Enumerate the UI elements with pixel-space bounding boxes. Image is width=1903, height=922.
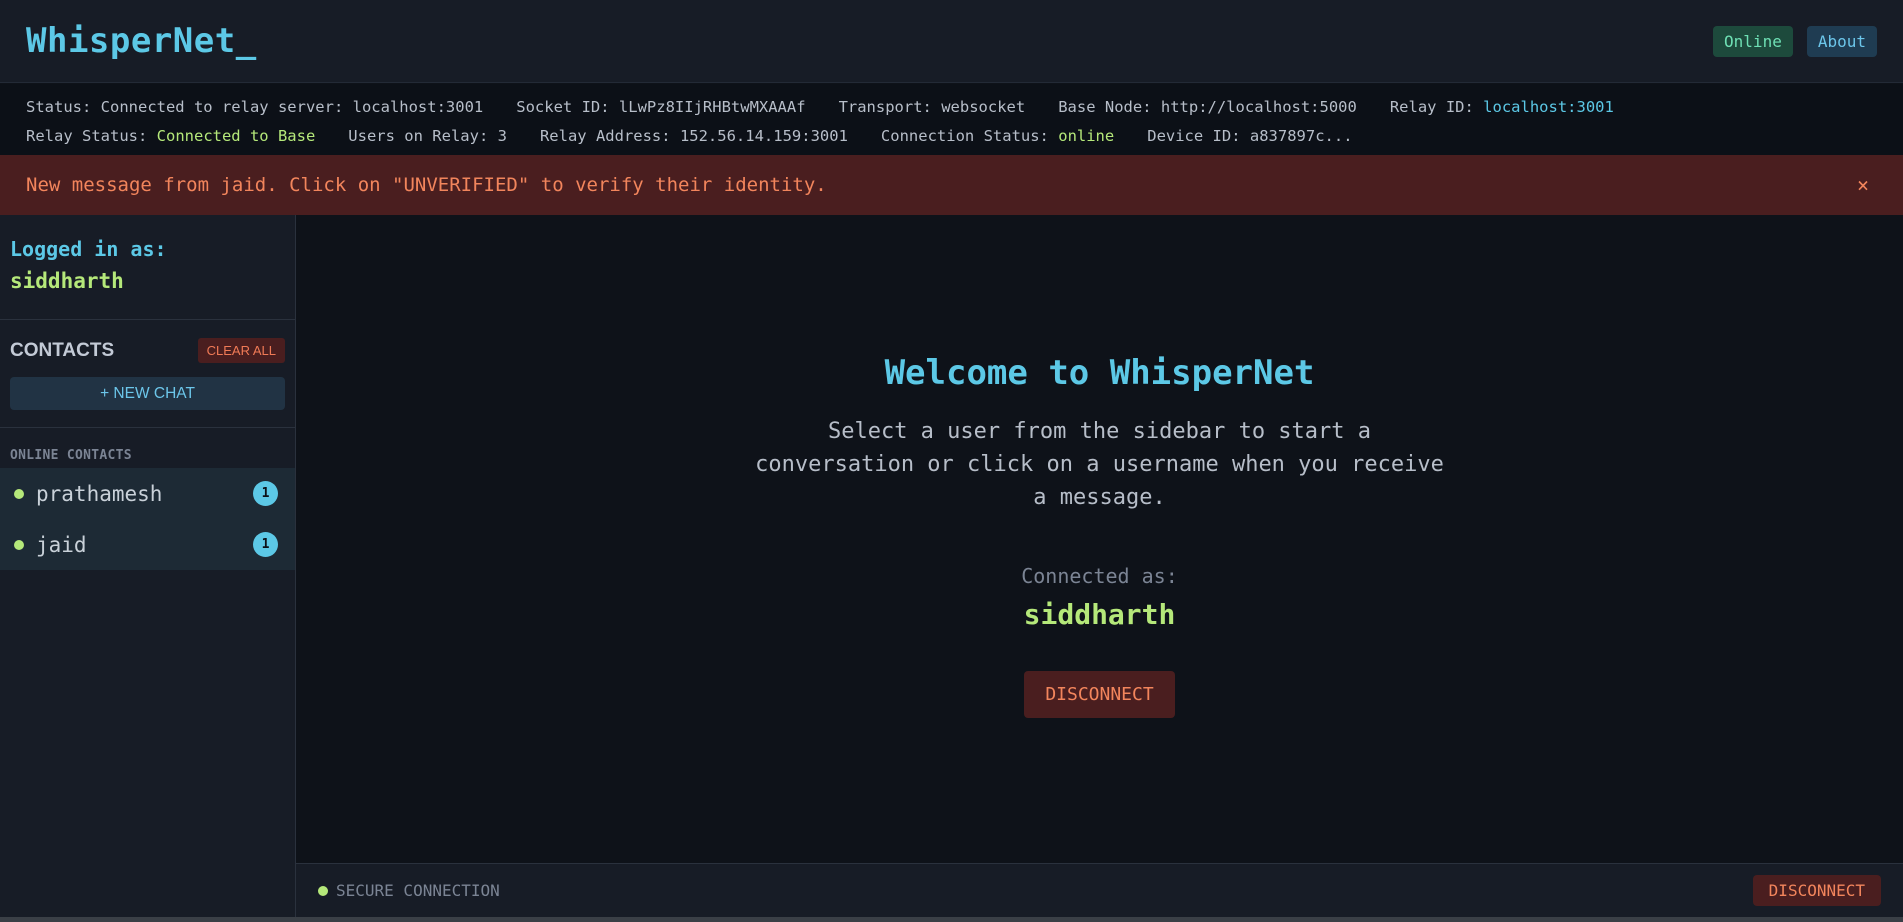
footer-bar: SECURE CONNECTION DISCONNECT xyxy=(296,863,1903,917)
online-dot-icon xyxy=(14,488,24,499)
secure-connection-label: SECURE CONNECTION xyxy=(336,881,500,900)
status-field: Base Node: http://localhost:5000 xyxy=(1058,98,1357,116)
status-field-label: Status: xyxy=(26,97,101,116)
unread-badge: 1 xyxy=(253,481,278,506)
status-field: Socket ID: lLwPz8IIjRHBtwMXAAAf xyxy=(516,98,805,116)
logged-in-label: Logged in as: xyxy=(10,237,167,261)
contact-list: prathamesh 1 jaid 1 xyxy=(0,468,295,570)
online-dot-icon xyxy=(14,539,24,550)
status-field: Relay ID: localhost:3001 xyxy=(1390,98,1614,116)
secure-dot-icon xyxy=(318,885,328,896)
connected-as-label: Connected as: xyxy=(1021,564,1178,588)
status-field: Transport: websocket xyxy=(839,98,1026,116)
clear-all-button[interactable]: CLEAR ALL xyxy=(197,338,285,363)
status-field-label: Connection Status: xyxy=(880,126,1059,145)
status-field: Relay Address: 152.56.14.159:3001 xyxy=(540,127,848,145)
status-field-label: Relay Address: xyxy=(539,126,680,145)
online-contacts-label: ONLINE CONTACTS xyxy=(10,448,132,463)
header-actions: Online About xyxy=(1713,25,1877,57)
secure-connection-indicator: SECURE CONNECTION xyxy=(318,881,500,900)
new-chat-button[interactable]: + NEW CHAT xyxy=(10,377,285,410)
status-row-1: Status: Connected to relay server: local… xyxy=(26,92,1877,121)
status-field: Status: Connected to relay server: local… xyxy=(26,98,483,116)
welcome-text: Select a user from the sidebar to start … xyxy=(755,419,1444,510)
welcome-panel: Welcome to WhisperNet Select a user from… xyxy=(296,215,1903,863)
contacts-header: CONTACTS CLEAR ALL + NEW CHAT xyxy=(0,320,295,428)
connected-username: siddharth xyxy=(1023,598,1176,631)
app-logo: WhisperNet_ xyxy=(26,21,257,61)
close-icon[interactable]: × xyxy=(1857,173,1877,197)
alert-message: New message from jaid. Click on "UNVERIF… xyxy=(26,174,827,196)
status-row-2: Relay Status: Connected to Base Users on … xyxy=(26,121,1877,150)
status-field-value: a837897c... xyxy=(1249,126,1353,145)
connection-status-bar: Status: Connected to relay server: local… xyxy=(0,84,1903,155)
status-field-label: Transport: xyxy=(838,97,942,116)
new-message-alert: New message from jaid. Click on "UNVERIF… xyxy=(0,155,1903,215)
status-field-value: localhost:3001 xyxy=(1483,97,1614,116)
top-header: WhisperNet_ Online About xyxy=(0,0,1903,83)
status-field-value: Connected to relay server: localhost:300… xyxy=(100,97,484,116)
status-field-label: Device ID: xyxy=(1147,126,1250,145)
status-field-value: Connected to Base xyxy=(156,126,316,145)
about-button[interactable]: About xyxy=(1806,25,1877,57)
status-field: Connection Status: online xyxy=(881,127,1114,145)
disconnect-button[interactable]: DISCONNECT xyxy=(1024,671,1175,718)
status-field-value: 152.56.14.159:3001 xyxy=(679,126,848,145)
contact-name: jaid xyxy=(36,532,87,557)
contacts-title-row: CONTACTS CLEAR ALL xyxy=(10,338,285,363)
sidebar: Logged in as: siddharth CONTACTS CLEAR A… xyxy=(0,215,296,922)
welcome-title: Welcome to WhisperNet xyxy=(884,353,1315,393)
contact-item-jaid[interactable]: jaid 1 xyxy=(0,519,295,570)
status-field-value: lLwPz8IIjRHBtwMXAAAf xyxy=(618,97,806,116)
status-field-label: Users on Relay: xyxy=(348,126,498,145)
logged-in-username: siddharth xyxy=(10,269,124,293)
app-window: WhisperNet_ Online About Status: Connect… xyxy=(0,0,1903,922)
status-field-label: Socket ID: xyxy=(516,97,619,116)
status-field: Device ID: a837897c... xyxy=(1147,127,1352,145)
status-field-value: 3 xyxy=(497,126,507,145)
online-status-button[interactable]: Online xyxy=(1713,25,1793,57)
status-field-value: online xyxy=(1058,126,1115,145)
status-field-label: Base Node: xyxy=(1058,97,1161,116)
status-field-value: websocket xyxy=(941,97,1026,116)
footer-disconnect-button[interactable]: DISCONNECT xyxy=(1752,875,1881,906)
login-info: Logged in as: siddharth xyxy=(0,215,295,320)
contact-item-prathamesh[interactable]: prathamesh 1 xyxy=(0,468,295,519)
unread-badge: 1 xyxy=(253,532,278,557)
status-field-label: Relay ID: xyxy=(1389,97,1484,116)
status-field: Relay Status: Connected to Base xyxy=(26,127,315,145)
window-bottom-edge xyxy=(0,917,1903,922)
contact-name: prathamesh xyxy=(36,481,163,506)
contacts-title: CONTACTS xyxy=(10,339,115,361)
status-field-label: Relay Status: xyxy=(26,126,157,145)
status-field-value: http://localhost:5000 xyxy=(1160,97,1357,116)
status-field: Users on Relay: 3 xyxy=(348,127,507,145)
